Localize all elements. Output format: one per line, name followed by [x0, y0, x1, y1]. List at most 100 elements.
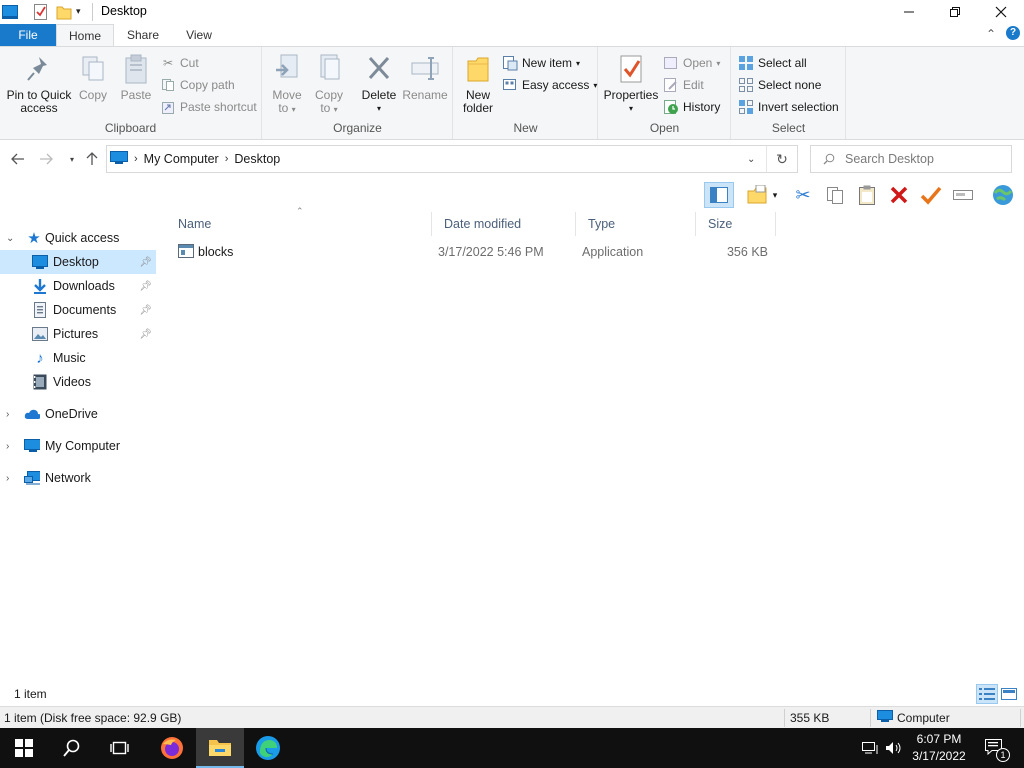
tab-file[interactable]: File	[0, 24, 56, 46]
close-button[interactable]	[978, 0, 1024, 24]
search-box[interactable]: Search Desktop	[810, 145, 1012, 173]
column-header-name[interactable]: Name	[166, 212, 432, 236]
restore-button[interactable]	[932, 0, 978, 24]
column-header-date-modified[interactable]: Date modified	[432, 212, 576, 236]
nav-item-music[interactable]: ♪ Music	[0, 346, 156, 370]
cut-button[interactable]: ✂ Cut	[160, 53, 199, 73]
tab-view[interactable]: View	[172, 24, 226, 46]
pin-icon[interactable]: 📌︎	[139, 281, 152, 292]
chevron-right-icon[interactable]: ›	[6, 473, 16, 484]
pictures-icon	[32, 326, 48, 342]
paste-toolbar-button[interactable]	[854, 182, 880, 208]
new-item-button[interactable]: New item ▾	[502, 53, 580, 73]
breadcrumb-my-computer[interactable]: My Computer	[144, 152, 219, 166]
select-none-button[interactable]: Select none	[738, 75, 821, 95]
paste-button[interactable]: Paste	[116, 51, 156, 102]
bottom-status-bar: 1 item (Disk free space: 92.9 GB) 355 KB…	[0, 706, 1024, 728]
breadcrumb-separator-icon[interactable]: ›	[134, 153, 138, 165]
nav-onedrive[interactable]: › OneDrive	[0, 402, 156, 426]
nav-my-computer[interactable]: › My Computer	[0, 434, 156, 458]
window-icon[interactable]	[2, 5, 18, 23]
copy-toolbar-button[interactable]	[822, 182, 848, 208]
details-view-button[interactable]	[976, 684, 998, 704]
edit-button[interactable]: Edit	[663, 75, 704, 95]
download-icon	[32, 278, 48, 294]
recent-locations-button[interactable]: ▾	[62, 148, 82, 170]
select-all-button[interactable]: Select all	[738, 53, 807, 73]
pin-icon[interactable]: 📌︎	[139, 329, 152, 340]
toolbar-dropdown-button[interactable]: ▾	[768, 182, 782, 208]
nav-item-documents[interactable]: Documents 📌︎	[0, 298, 156, 322]
large-icons-view-button[interactable]	[998, 684, 1020, 704]
chevron-right-icon[interactable]: ›	[6, 409, 16, 420]
customize-qat-icon[interactable]: ▾	[76, 6, 81, 24]
open-button[interactable]: Open ▾	[663, 53, 720, 73]
new-folder-icon[interactable]	[56, 3, 72, 21]
firefox-taskbar-button[interactable]	[148, 728, 196, 768]
back-button[interactable]	[8, 148, 28, 170]
minimize-button[interactable]	[886, 0, 932, 24]
tab-share[interactable]: Share	[114, 24, 172, 46]
column-header-type[interactable]: Type	[576, 212, 696, 236]
properties-button[interactable]: Properties ▾	[603, 51, 659, 115]
address-bar[interactable]: › My Computer › Desktop ⌄	[106, 145, 798, 173]
breadcrumb-separator-icon[interactable]: ›	[225, 153, 229, 165]
internet-toolbar-button[interactable]	[990, 182, 1016, 208]
new-folder-toolbar-button[interactable]	[744, 182, 770, 208]
up-button[interactable]	[82, 148, 102, 170]
nav-item-videos[interactable]: Videos	[0, 370, 156, 394]
search-taskbar-button[interactable]	[48, 728, 96, 768]
preview-pane-button[interactable]	[704, 182, 734, 208]
chevron-expanded-icon[interactable]: ⌄	[6, 233, 16, 244]
breadcrumb-desktop[interactable]: Desktop	[234, 152, 280, 166]
navigation-pane: ⌄ ★ Quick access Desktop 📌︎ Downloads 📌︎…	[0, 212, 158, 682]
rename-button[interactable]: Rename	[401, 51, 449, 102]
copy-to-button[interactable]: Copy to ▾	[311, 51, 347, 116]
network-tray-icon[interactable]	[860, 738, 880, 758]
delete-label: Delete	[361, 88, 397, 102]
pin-icon[interactable]: 📌︎	[139, 257, 152, 268]
network-icon	[24, 470, 40, 486]
nav-network[interactable]: › Network	[0, 466, 156, 490]
tab-home[interactable]: Home	[56, 24, 114, 46]
nav-quick-access[interactable]: ⌄ ★ Quick access	[0, 226, 156, 250]
rename-toolbar-button[interactable]	[950, 182, 976, 208]
cloud-icon	[24, 406, 40, 422]
delete-button[interactable]: Delete ▾	[357, 51, 401, 115]
task-view-button[interactable]	[96, 728, 144, 768]
nav-item-downloads[interactable]: Downloads 📌︎	[0, 274, 156, 298]
file-row[interactable]: blocks 3/17/2022 5:46 PM Application 356…	[172, 241, 778, 263]
cut-toolbar-button[interactable]: ✂	[790, 182, 816, 208]
nav-item-desktop[interactable]: Desktop 📌︎	[0, 250, 156, 274]
copy-path-button[interactable]: Copy path	[160, 75, 235, 95]
column-header-size[interactable]: Size	[696, 212, 776, 236]
properties-icon[interactable]	[33, 3, 49, 21]
edge-taskbar-button[interactable]	[244, 728, 292, 768]
refresh-button[interactable]: ↻	[766, 145, 798, 173]
pin-to-quick-access-button[interactable]: Pin to Quick access	[6, 51, 72, 115]
address-history-icon[interactable]: ⌄	[747, 154, 755, 165]
paste-shortcut-button[interactable]: Paste shortcut	[160, 97, 257, 117]
start-button[interactable]	[0, 728, 48, 768]
chevron-right-icon[interactable]: ›	[6, 441, 16, 452]
new-item-label: New item	[522, 56, 573, 70]
forward-button[interactable]	[36, 148, 56, 170]
paste-shortcut-icon	[160, 99, 176, 115]
clock-date: 3/17/2022	[912, 749, 966, 763]
move-to-button[interactable]: Move to ▾	[269, 51, 305, 116]
ribbon-collapse-icon[interactable]: ⌃	[986, 27, 996, 41]
help-icon[interactable]: ?	[1006, 26, 1020, 40]
pin-icon[interactable]: 📌︎	[139, 305, 152, 316]
easy-access-button[interactable]: Easy access ▾	[502, 75, 597, 95]
volume-tray-icon[interactable]	[884, 738, 904, 758]
system-clock[interactable]: 6:07 PM 3/17/2022	[904, 731, 974, 765]
new-folder-button[interactable]: New folder	[458, 51, 498, 115]
file-explorer-taskbar-button[interactable]	[196, 728, 244, 768]
invert-selection-button[interactable]: Invert selection	[738, 97, 839, 117]
delete-toolbar-button[interactable]	[886, 182, 912, 208]
copy-button[interactable]: Copy	[74, 51, 112, 102]
nav-item-pictures[interactable]: Pictures 📌︎	[0, 322, 156, 346]
properties-toolbar-button[interactable]	[918, 182, 944, 208]
history-button[interactable]: History	[663, 97, 720, 117]
notification-center-button[interactable]: 1	[982, 738, 1010, 762]
